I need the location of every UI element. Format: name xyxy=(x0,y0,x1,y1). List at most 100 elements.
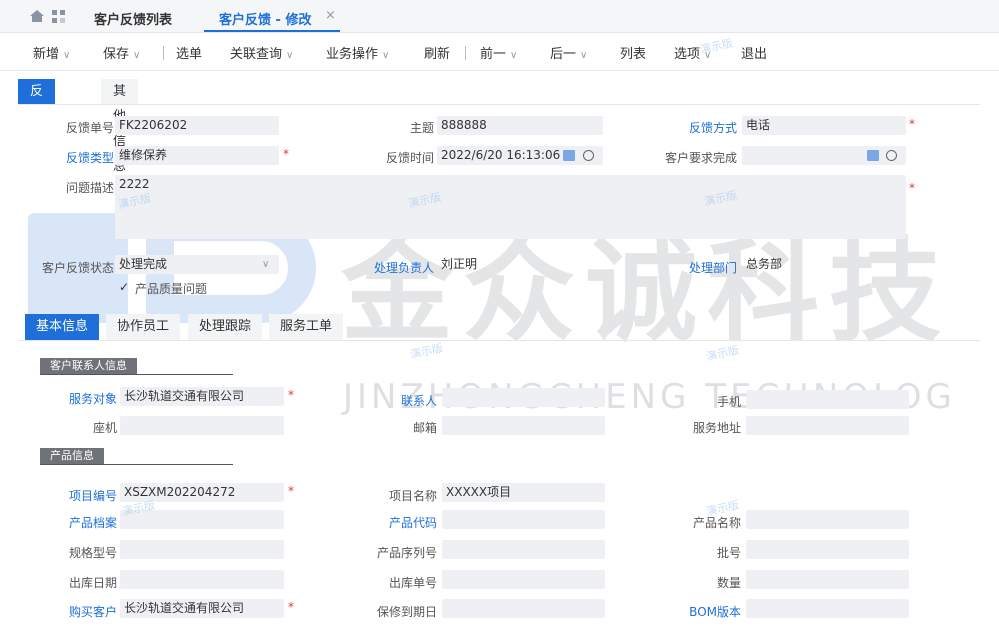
product-code-field[interactable] xyxy=(442,510,605,529)
list-button[interactable]: 列表 xyxy=(620,43,646,62)
select-button[interactable]: 选单 xyxy=(176,43,202,62)
product-archive-label[interactable]: 产品档案 xyxy=(40,514,117,531)
product-name-field[interactable] xyxy=(746,510,909,529)
address-field[interactable] xyxy=(746,416,909,435)
chevron-down-icon[interactable]: ∨ xyxy=(382,50,389,61)
feedback-method-label[interactable]: 反馈方式 xyxy=(663,119,737,136)
clock-icon[interactable] xyxy=(583,150,594,161)
mobile-field[interactable] xyxy=(746,390,909,409)
exit-button[interactable]: 退出 xyxy=(741,43,767,62)
check-icon[interactable]: ✓ xyxy=(119,280,129,294)
contact-label[interactable]: 联系人 xyxy=(360,392,437,409)
chevron-down-icon[interactable]: ∨ xyxy=(510,50,517,61)
new-button[interactable]: 新增 ∨ xyxy=(33,43,70,62)
tab-staff[interactable]: 协作员工 xyxy=(106,314,181,340)
related-query-label: 关联查询 xyxy=(230,47,283,62)
email-field[interactable] xyxy=(442,416,605,435)
tab-bar: 客户反馈列表 客户反馈 - 修改 × xyxy=(0,0,999,33)
tab-feedback-edit[interactable]: 客户反馈 - 修改 xyxy=(219,9,311,28)
required-marker: * xyxy=(288,600,294,614)
refresh-button[interactable]: 刷新 xyxy=(424,43,450,62)
warranty-label: 保修到期日 xyxy=(376,605,437,619)
status-label: 客户反馈状态 xyxy=(41,261,114,275)
problem-desc-textarea[interactable]: 2222 xyxy=(115,175,906,239)
out-date-label: 出库日期 xyxy=(68,576,117,590)
divider xyxy=(18,104,980,105)
home-icon[interactable] xyxy=(30,10,44,22)
project-name-label: 项目名称 xyxy=(388,489,437,503)
chevron-down-icon[interactable]: ∨ xyxy=(286,50,293,61)
feedback-method-field[interactable]: 电话 xyxy=(742,116,906,135)
dept-label[interactable]: 处理部门 xyxy=(663,259,737,276)
chevron-down-icon[interactable]: ∨ xyxy=(580,50,587,61)
bom-version-field[interactable] xyxy=(746,599,909,618)
quality-issue-label[interactable]: 产品质量问题 xyxy=(135,280,207,297)
product-code-label[interactable]: 产品代码 xyxy=(360,514,437,531)
feedback-type-field[interactable]: 维修保养 xyxy=(115,146,279,165)
section-underline xyxy=(40,374,233,375)
serial-field[interactable] xyxy=(442,540,605,559)
save-button[interactable]: 保存 ∨ xyxy=(103,43,140,62)
calendar-icon[interactable] xyxy=(867,150,879,161)
buyer-label[interactable]: 购买客户 xyxy=(40,603,117,620)
owner-field[interactable]: 刘正明 xyxy=(437,255,603,274)
out-no-field[interactable] xyxy=(442,570,605,589)
feedback-type-label[interactable]: 反馈类型 xyxy=(40,149,114,166)
quantity-field[interactable] xyxy=(746,570,909,589)
next-button[interactable]: 后一 ∨ xyxy=(550,43,587,62)
new-button-label: 新增 xyxy=(33,47,60,62)
owner-label[interactable]: 处理负责人 xyxy=(345,259,434,276)
landline-label: 座机 xyxy=(92,421,117,435)
spec-field[interactable] xyxy=(120,540,284,559)
status-select[interactable]: 处理完成 xyxy=(115,255,279,274)
tab-service-order[interactable]: 服务工单 xyxy=(269,314,344,340)
address-label: 服务地址 xyxy=(692,421,741,435)
tab-feedback-info[interactable]: 反馈信息 xyxy=(18,79,56,174)
service-target-field[interactable]: 长沙轨道交通有限公司 xyxy=(120,387,284,406)
buyer-field[interactable]: 长沙轨道交通有限公司 xyxy=(120,599,284,618)
required-marker: * xyxy=(288,484,294,498)
spec-label: 规格型号 xyxy=(68,546,117,560)
email-label: 邮箱 xyxy=(412,421,437,435)
save-button-label: 保存 xyxy=(103,47,130,62)
mobile-label: 手机 xyxy=(716,395,741,409)
subject-field[interactable]: 888888 xyxy=(437,116,603,135)
app-window: { "tabs": { "list_label": "客户反馈列表", "act… xyxy=(0,0,999,633)
feedback-no-field[interactable]: FK2206202 xyxy=(115,116,279,135)
landline-field[interactable] xyxy=(120,416,284,435)
clock-icon[interactable] xyxy=(886,150,897,161)
toolbar-divider xyxy=(465,46,466,60)
out-no-label: 出库单号 xyxy=(388,576,437,590)
project-name-field[interactable]: XXXXX项目 xyxy=(442,483,605,502)
business-ops-button[interactable]: 业务操作 ∨ xyxy=(326,43,389,62)
chevron-down-icon[interactable]: ∨ xyxy=(63,50,70,61)
required-marker: * xyxy=(283,147,289,161)
warranty-field[interactable] xyxy=(442,599,605,618)
quantity-label: 数量 xyxy=(716,576,741,590)
tab-tracking[interactable]: 处理跟踪 xyxy=(188,314,263,340)
dept-field[interactable]: 总务部 xyxy=(742,255,906,274)
chevron-down-icon[interactable]: ∨ xyxy=(262,259,269,270)
tab-feedback-list[interactable]: 客户反馈列表 xyxy=(94,9,172,28)
required-completion-field[interactable] xyxy=(742,146,906,165)
required-marker: * xyxy=(288,388,294,402)
feedback-time-field[interactable]: 2022/6/20 16:13:06 xyxy=(437,146,603,165)
bom-version-label[interactable]: BOM版本 xyxy=(663,603,741,620)
calendar-icon[interactable] xyxy=(563,150,575,161)
related-query-button[interactable]: 关联查询 ∨ xyxy=(230,43,293,62)
project-code-label[interactable]: 项目编号 xyxy=(40,487,117,504)
chevron-down-icon[interactable]: ∨ xyxy=(133,50,140,61)
out-date-field[interactable] xyxy=(120,570,284,589)
toolbar-divider xyxy=(163,46,164,60)
service-target-label[interactable]: 服务对象 xyxy=(40,390,117,407)
batch-field[interactable] xyxy=(746,540,909,559)
grid-icon[interactable] xyxy=(52,10,66,23)
tab-other-info[interactable]: 其他信息 xyxy=(101,79,139,174)
close-icon[interactable]: × xyxy=(325,8,336,23)
section-header-product: 产品信息 xyxy=(40,448,104,464)
tab-basic-info[interactable]: 基本信息 xyxy=(25,314,100,340)
feedback-time-label: 反馈时间 xyxy=(385,151,434,165)
serial-label: 产品序列号 xyxy=(376,546,437,560)
contact-field[interactable] xyxy=(442,388,605,407)
prev-button[interactable]: 前一 ∨ xyxy=(480,43,517,62)
